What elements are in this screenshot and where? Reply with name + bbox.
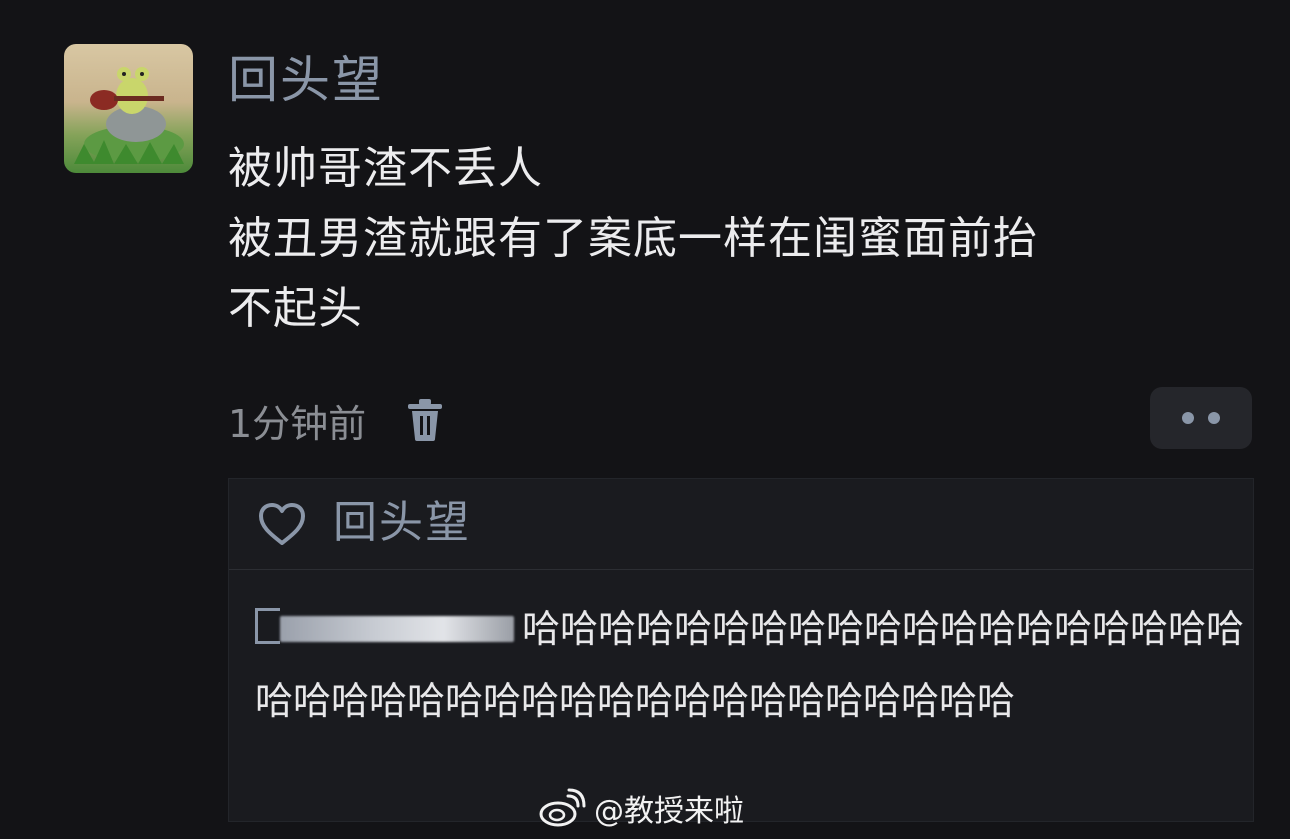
more-dot-icon xyxy=(1208,412,1220,424)
post-time: 1分钟前 xyxy=(228,401,367,446)
liked-by-username[interactable]: 回头望 xyxy=(333,495,471,551)
watermark-text: @教授来啦 xyxy=(594,794,744,829)
heart-icon[interactable] xyxy=(257,501,307,547)
more-dot-icon xyxy=(1182,412,1194,424)
reply-comment: 哈哈哈哈哈哈哈哈哈哈哈哈哈哈哈哈哈哈哈哈哈哈哈哈哈哈哈哈哈哈哈哈哈哈哈哈哈哈哈 xyxy=(255,593,1245,737)
post-content: 被帅哥渣不丢人 被丑男渣就跟有了案底一样在闺蜜面前抬 不起头 xyxy=(228,134,1228,344)
post-username[interactable]: 回头望 xyxy=(228,48,384,112)
post-meta: 1分钟前 xyxy=(228,392,444,448)
avatar[interactable] xyxy=(64,44,193,173)
redacted-blur xyxy=(280,616,514,642)
likes-row: 回头望 xyxy=(229,479,1253,570)
reply-username-redacted xyxy=(255,608,280,644)
frog-guitar-avatar-image xyxy=(74,67,184,164)
weibo-icon xyxy=(539,788,586,827)
more-options-button[interactable] xyxy=(1150,387,1252,449)
watermark: @教授来啦 xyxy=(538,786,744,830)
post-content-line: 被帅哥渣不丢人 xyxy=(228,143,543,194)
trash-icon[interactable] xyxy=(406,398,444,442)
post-content-line: 不起头 xyxy=(228,283,363,334)
interaction-panel: 回头望 哈哈哈哈哈哈哈哈哈哈哈哈哈哈哈哈哈哈哈哈哈哈哈哈哈哈哈哈哈哈哈哈哈哈哈哈… xyxy=(228,478,1254,822)
post-content-line: 被丑男渣就跟有了案底一样在闺蜜面前抬 xyxy=(228,213,1038,264)
